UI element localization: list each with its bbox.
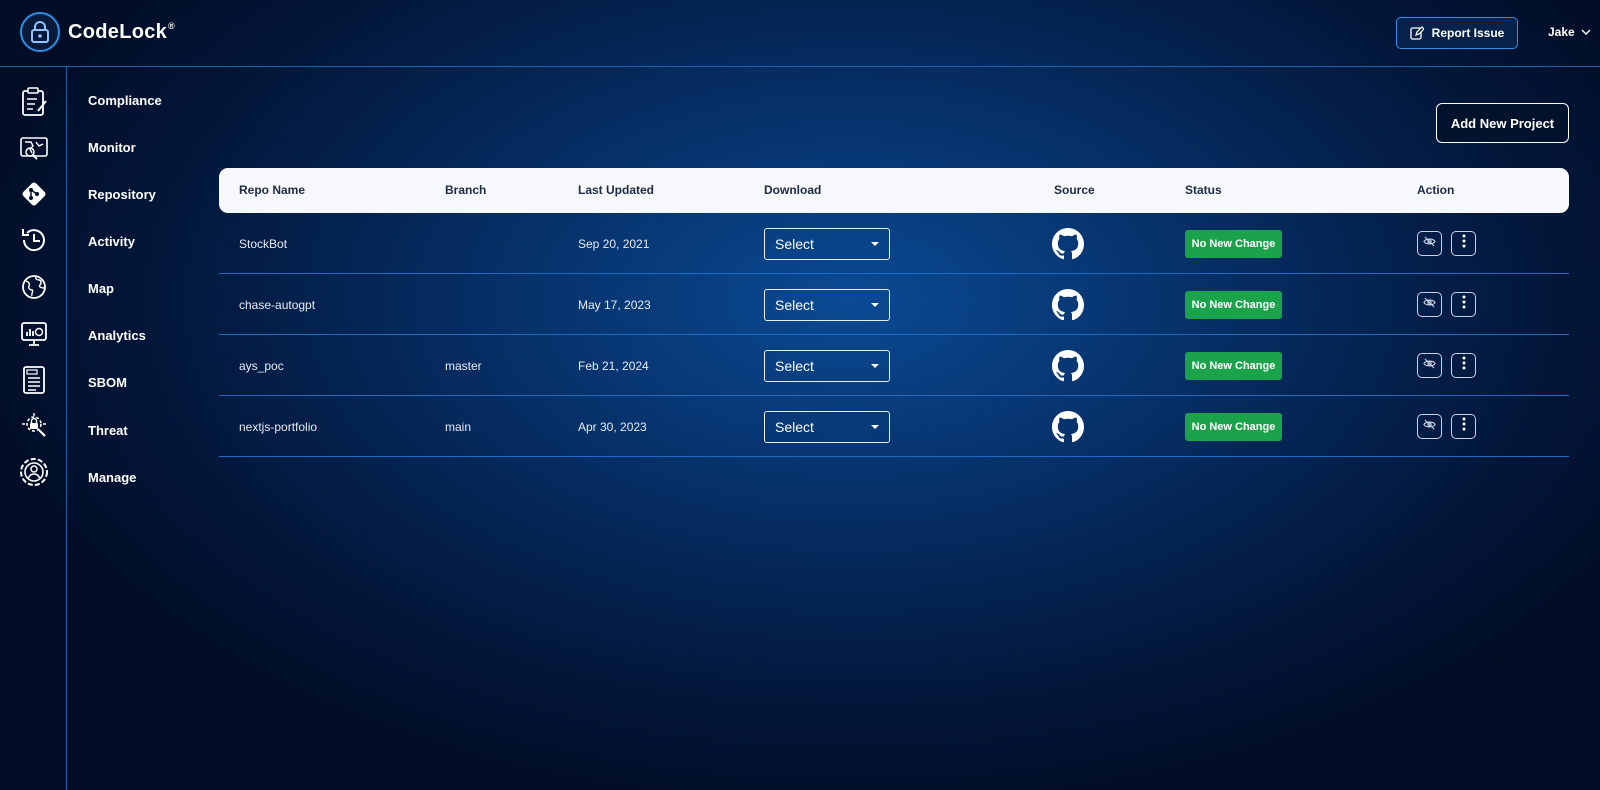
column-header-action: Action <box>1417 183 1455 197</box>
more-vertical-icon <box>1462 295 1466 314</box>
app-logo[interactable]: CodeLock® <box>20 12 175 52</box>
column-header-download: Download <box>764 183 822 197</box>
caret-down-icon <box>871 425 879 429</box>
caret-down-icon <box>871 242 879 246</box>
more-options-button[interactable] <box>1451 231 1476 256</box>
download-select-value: Select <box>775 419 814 435</box>
more-options-button[interactable] <box>1451 353 1476 378</box>
eye-icon <box>1423 357 1436 375</box>
last-updated: May 17, 2023 <box>578 298 651 312</box>
monitor-map-icon[interactable] <box>17 131 51 165</box>
threat-icon[interactable] <box>17 409 51 443</box>
github-icon[interactable] <box>1052 289 1084 321</box>
sidebar-item-sbom[interactable]: SBOM <box>88 375 127 390</box>
icon-rail <box>0 67 67 790</box>
clipboard-icon[interactable] <box>17 85 51 119</box>
more-vertical-icon <box>1462 417 1466 436</box>
status-badge[interactable]: No New Change <box>1185 413 1282 441</box>
document-icon[interactable] <box>17 363 51 397</box>
view-button[interactable] <box>1417 414 1442 439</box>
edit-icon <box>1410 26 1424 40</box>
caret-down-icon <box>871 303 879 307</box>
chevron-down-icon <box>1581 29 1591 35</box>
status-badge[interactable]: No New Change <box>1185 291 1282 319</box>
history-icon[interactable] <box>17 223 51 257</box>
add-new-project-button[interactable]: Add New Project <box>1436 103 1569 143</box>
git-icon[interactable] <box>17 177 51 211</box>
table-row: nextjs-portfolio main Apr 30, 2023 Select No… <box>219 396 1569 457</box>
analytics-icon[interactable] <box>17 317 51 351</box>
globe-icon[interactable] <box>17 270 51 304</box>
column-header-status[interactable]: Status <box>1185 183 1222 197</box>
download-select[interactable]: Select <box>764 350 890 382</box>
branch-name: main <box>445 420 472 434</box>
download-select-value: Select <box>775 236 814 252</box>
sidebar-item-activity[interactable]: Activity <box>88 234 135 249</box>
eye-icon <box>1423 235 1436 253</box>
table-header: Repo Name Branch Last Updated Download S… <box>219 168 1569 213</box>
view-button[interactable] <box>1417 231 1442 256</box>
app-name: CodeLock® <box>68 20 176 43</box>
top-bar: CodeLock® Report Issue Jake <box>0 0 1600 67</box>
eye-icon <box>1423 296 1436 314</box>
sidebar-item-repository[interactable]: Repository <box>88 187 156 202</box>
gear-user-icon[interactable] <box>17 455 51 489</box>
status-badge[interactable]: No New Change <box>1185 352 1282 380</box>
report-issue-label: Report Issue <box>1431 26 1505 40</box>
download-select[interactable]: Select <box>764 411 890 443</box>
table-row: chase-autogpt May 17, 2023 Select No New Ch… <box>219 274 1569 335</box>
last-updated: Apr 30, 2023 <box>578 420 647 434</box>
download-select-value: Select <box>775 297 814 313</box>
column-header-repo-name[interactable]: Repo Name <box>239 183 305 197</box>
more-vertical-icon <box>1462 234 1466 253</box>
more-options-button[interactable] <box>1451 292 1476 317</box>
sidebar-item-manage[interactable]: Manage <box>88 470 136 485</box>
repo-name[interactable]: ays_poc <box>239 359 284 373</box>
view-button[interactable] <box>1417 292 1442 317</box>
table-row: ays_poc master Feb 21, 2024 Select No New Ch… <box>219 335 1569 396</box>
user-menu[interactable]: Jake <box>1548 25 1591 39</box>
lock-icon <box>20 12 60 52</box>
more-options-button[interactable] <box>1451 414 1476 439</box>
last-updated: Feb 21, 2024 <box>578 359 649 373</box>
download-select[interactable]: Select <box>764 228 890 260</box>
sidebar-item-monitor[interactable]: Monitor <box>88 140 136 155</box>
caret-down-icon <box>871 364 879 368</box>
branch-name: master <box>445 359 482 373</box>
last-updated: Sep 20, 2021 <box>578 237 650 251</box>
user-name: Jake <box>1548 25 1575 39</box>
github-icon[interactable] <box>1052 411 1084 443</box>
status-badge[interactable]: No New Change <box>1185 230 1282 258</box>
sidebar-item-threat[interactable]: Threat <box>88 423 128 438</box>
github-icon[interactable] <box>1052 228 1084 260</box>
sidebar-item-map[interactable]: Map <box>88 281 114 296</box>
column-header-last-updated[interactable]: Last Updated <box>578 183 654 197</box>
download-select[interactable]: Select <box>764 289 890 321</box>
report-issue-button[interactable]: Report Issue <box>1396 17 1518 49</box>
column-header-branch[interactable]: Branch <box>445 183 486 197</box>
eye-icon <box>1423 418 1436 436</box>
more-vertical-icon <box>1462 356 1466 375</box>
repo-name[interactable]: nextjs-portfolio <box>239 420 317 434</box>
repo-name[interactable]: StockBot <box>239 237 287 251</box>
column-header-source: Source <box>1054 183 1095 197</box>
sidebar-item-analytics[interactable]: Analytics <box>88 328 146 343</box>
view-button[interactable] <box>1417 353 1442 378</box>
table-row: StockBot Sep 20, 2021 Select No New Change <box>219 213 1569 274</box>
github-icon[interactable] <box>1052 350 1084 382</box>
repo-name[interactable]: chase-autogpt <box>239 298 315 312</box>
download-select-value: Select <box>775 358 814 374</box>
sidebar-item-compliance[interactable]: Compliance <box>88 93 162 108</box>
